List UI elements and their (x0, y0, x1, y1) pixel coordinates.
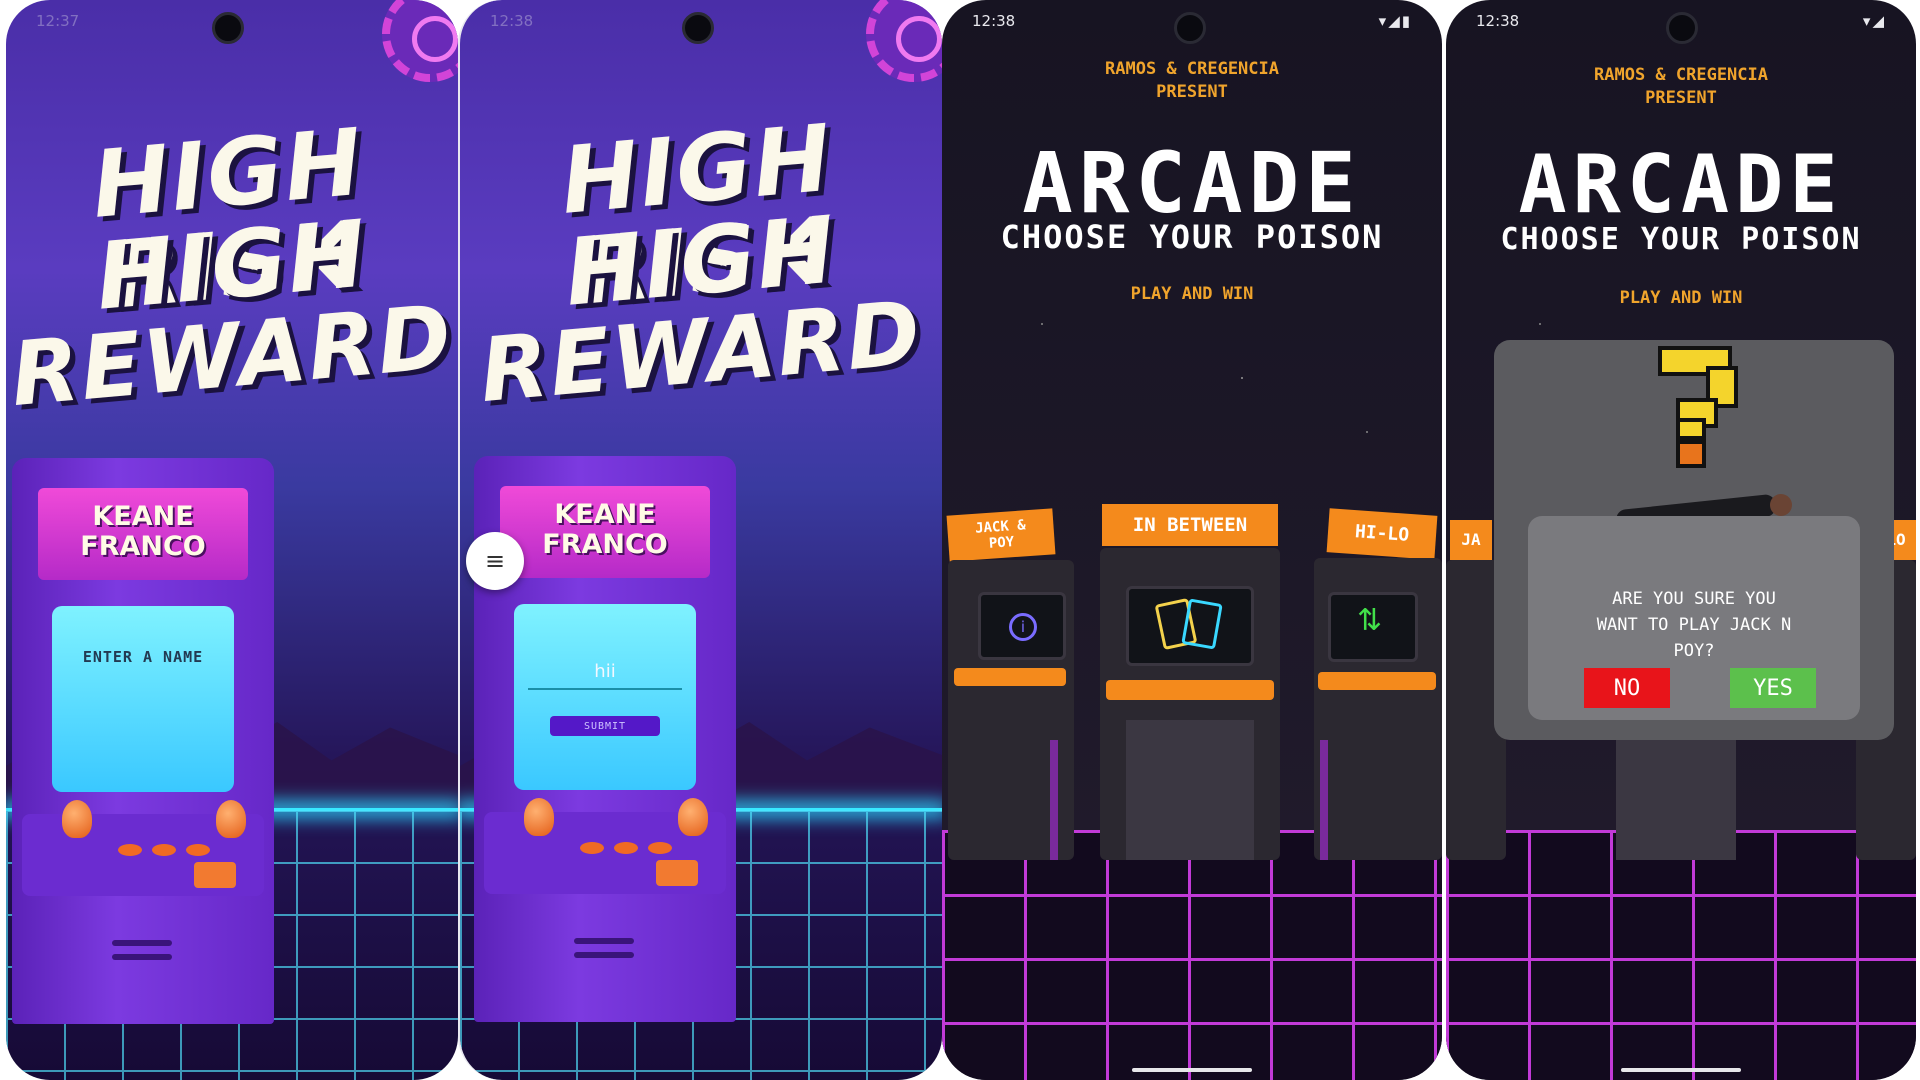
dialog-question: ARE YOU SURE YOU WANT TO PLAY JACK N POY… (1546, 586, 1842, 664)
arcade-button (186, 844, 210, 856)
cabinet-marquee: KEANE FRANCO (500, 486, 710, 578)
joystick-right (216, 800, 246, 838)
coin-slot (194, 862, 236, 888)
coin-slot (656, 860, 698, 886)
confirm-dialog: ARE YOU SURE YOU WANT TO PLAY JACK N POY… (1528, 516, 1860, 720)
vent-slot (574, 938, 634, 944)
up-down-arrows-icon: ⇅ (1357, 603, 1383, 638)
arcade-tagline: PLAY AND WIN (1130, 284, 1254, 304)
arcade-subtitle: CHOOSE YOUR POISON (1000, 218, 1384, 256)
signal-battery-icons: ▾◢▮ (1378, 12, 1412, 30)
screen-confirm-game: 12:38 ▾◢ RAMOS & CREGENCIA PRESENT ARCAD… (1446, 0, 1916, 1080)
question-mark-icon (1650, 350, 1746, 470)
camera-cutout (212, 12, 244, 44)
neon-grid-floor (1446, 830, 1916, 1080)
control-panel (1318, 672, 1436, 690)
hamburger-menu-icon: ≡ (484, 547, 506, 575)
vent-slot (574, 952, 634, 958)
name-input[interactable] (528, 654, 682, 690)
dialog-question-line-1: ARE YOU SURE YOU (1612, 589, 1776, 609)
camera-cutout (682, 12, 714, 44)
menu-fab[interactable]: ≡ (466, 532, 524, 590)
present-credits: RAMOS & CREGENCIA PRESENT (942, 58, 1442, 104)
camera-cutout (1174, 12, 1206, 44)
status-time: 12:37 (36, 12, 80, 30)
arcade-button (580, 842, 604, 854)
game-sign: HI-LO (1326, 508, 1438, 560)
arcade-cabinet: KEANE FRANCO ENTER A NAME (12, 458, 274, 1024)
cabinet-base (1126, 720, 1254, 860)
cabinet-screen: ENTER A NAME (52, 606, 234, 792)
dialog-question-line-3: POY? (1673, 641, 1715, 661)
cabinet-screen (1126, 586, 1254, 666)
cards-icon (1181, 598, 1223, 650)
cabinet-screen: ⇅ (1328, 592, 1418, 662)
game-sign: JACK & POY (946, 508, 1056, 562)
vent-slot (112, 954, 172, 960)
status-time: 12:38 (490, 12, 534, 30)
camera-cutout (1666, 12, 1698, 44)
marquee-line-1: KEANE (92, 501, 194, 532)
status-time: 12:38 (1476, 12, 1520, 30)
info-icon: i (1009, 613, 1037, 641)
arcade-button (152, 844, 176, 856)
joystick-left (62, 800, 92, 838)
marquee-line-2: FRANCO (542, 529, 668, 560)
enter-name-prompt[interactable]: ENTER A NAME (52, 648, 234, 666)
cabinet-base (1616, 740, 1736, 860)
joystick-right (678, 798, 708, 836)
control-panel (1106, 680, 1274, 700)
arcade-button (648, 842, 672, 854)
screen-name-entry: 12:37 HIGH RISK HIGH REWARD KEANE FRANCO… (6, 0, 458, 1080)
casino-chip-logo (866, 0, 942, 82)
neon-trim (1050, 740, 1058, 860)
vent-slot (112, 940, 172, 946)
screen-arcade-lobby: 12:38 ▾◢▮ RAMOS & CREGENCIA PRESENT ARCA… (942, 0, 1442, 1080)
credits-line-1: RAMOS & CREGENCIA (1594, 65, 1768, 85)
arcade-button (118, 844, 142, 856)
screen-name-submitted: 12:38 HIGH RISK HIGH REWARD KEANE FRANCO… (458, 0, 942, 1080)
game-sign-partial: JA (1450, 520, 1492, 560)
present-credits: RAMOS & CREGENCIA PRESENT (1446, 64, 1916, 110)
yes-button[interactable]: YES (1730, 668, 1816, 708)
dialog-question-line-2: WANT TO PLAY JACK N (1596, 615, 1792, 635)
arcade-title: ARCADE (1518, 138, 1844, 231)
neon-grid-floor (942, 830, 1442, 1080)
arcade-tagline: PLAY AND WIN (1619, 288, 1743, 308)
cabinet-marquee: KEANE FRANCO (38, 488, 248, 580)
credits-line-1: RAMOS & CREGENCIA (1105, 59, 1279, 79)
submit-button[interactable]: SUBMIT (550, 716, 660, 736)
signal-battery-icons: ▾◢ (1862, 12, 1886, 30)
home-indicator[interactable] (1132, 1068, 1252, 1072)
casino-chip-logo (382, 0, 458, 82)
home-indicator[interactable] (1621, 1068, 1741, 1072)
arcade-subtitle: CHOOSE YOUR POISON (1500, 222, 1862, 257)
neon-trim (1320, 740, 1328, 860)
status-time: 12:38 (972, 12, 1016, 30)
joystick-left (524, 798, 554, 836)
cabinet-screen: SUBMIT (514, 604, 696, 790)
arcade-button (614, 842, 638, 854)
game-sign: IN BETWEEN (1102, 504, 1278, 546)
marquee-line-2: FRANCO (80, 531, 206, 562)
control-panel (954, 668, 1066, 686)
marquee-line-1: KEANE (554, 499, 656, 530)
no-button[interactable]: NO (1584, 668, 1670, 708)
cabinet-screen: i (978, 592, 1066, 660)
credits-line-2: PRESENT (1645, 88, 1717, 108)
credits-line-2: PRESENT (1156, 82, 1228, 102)
